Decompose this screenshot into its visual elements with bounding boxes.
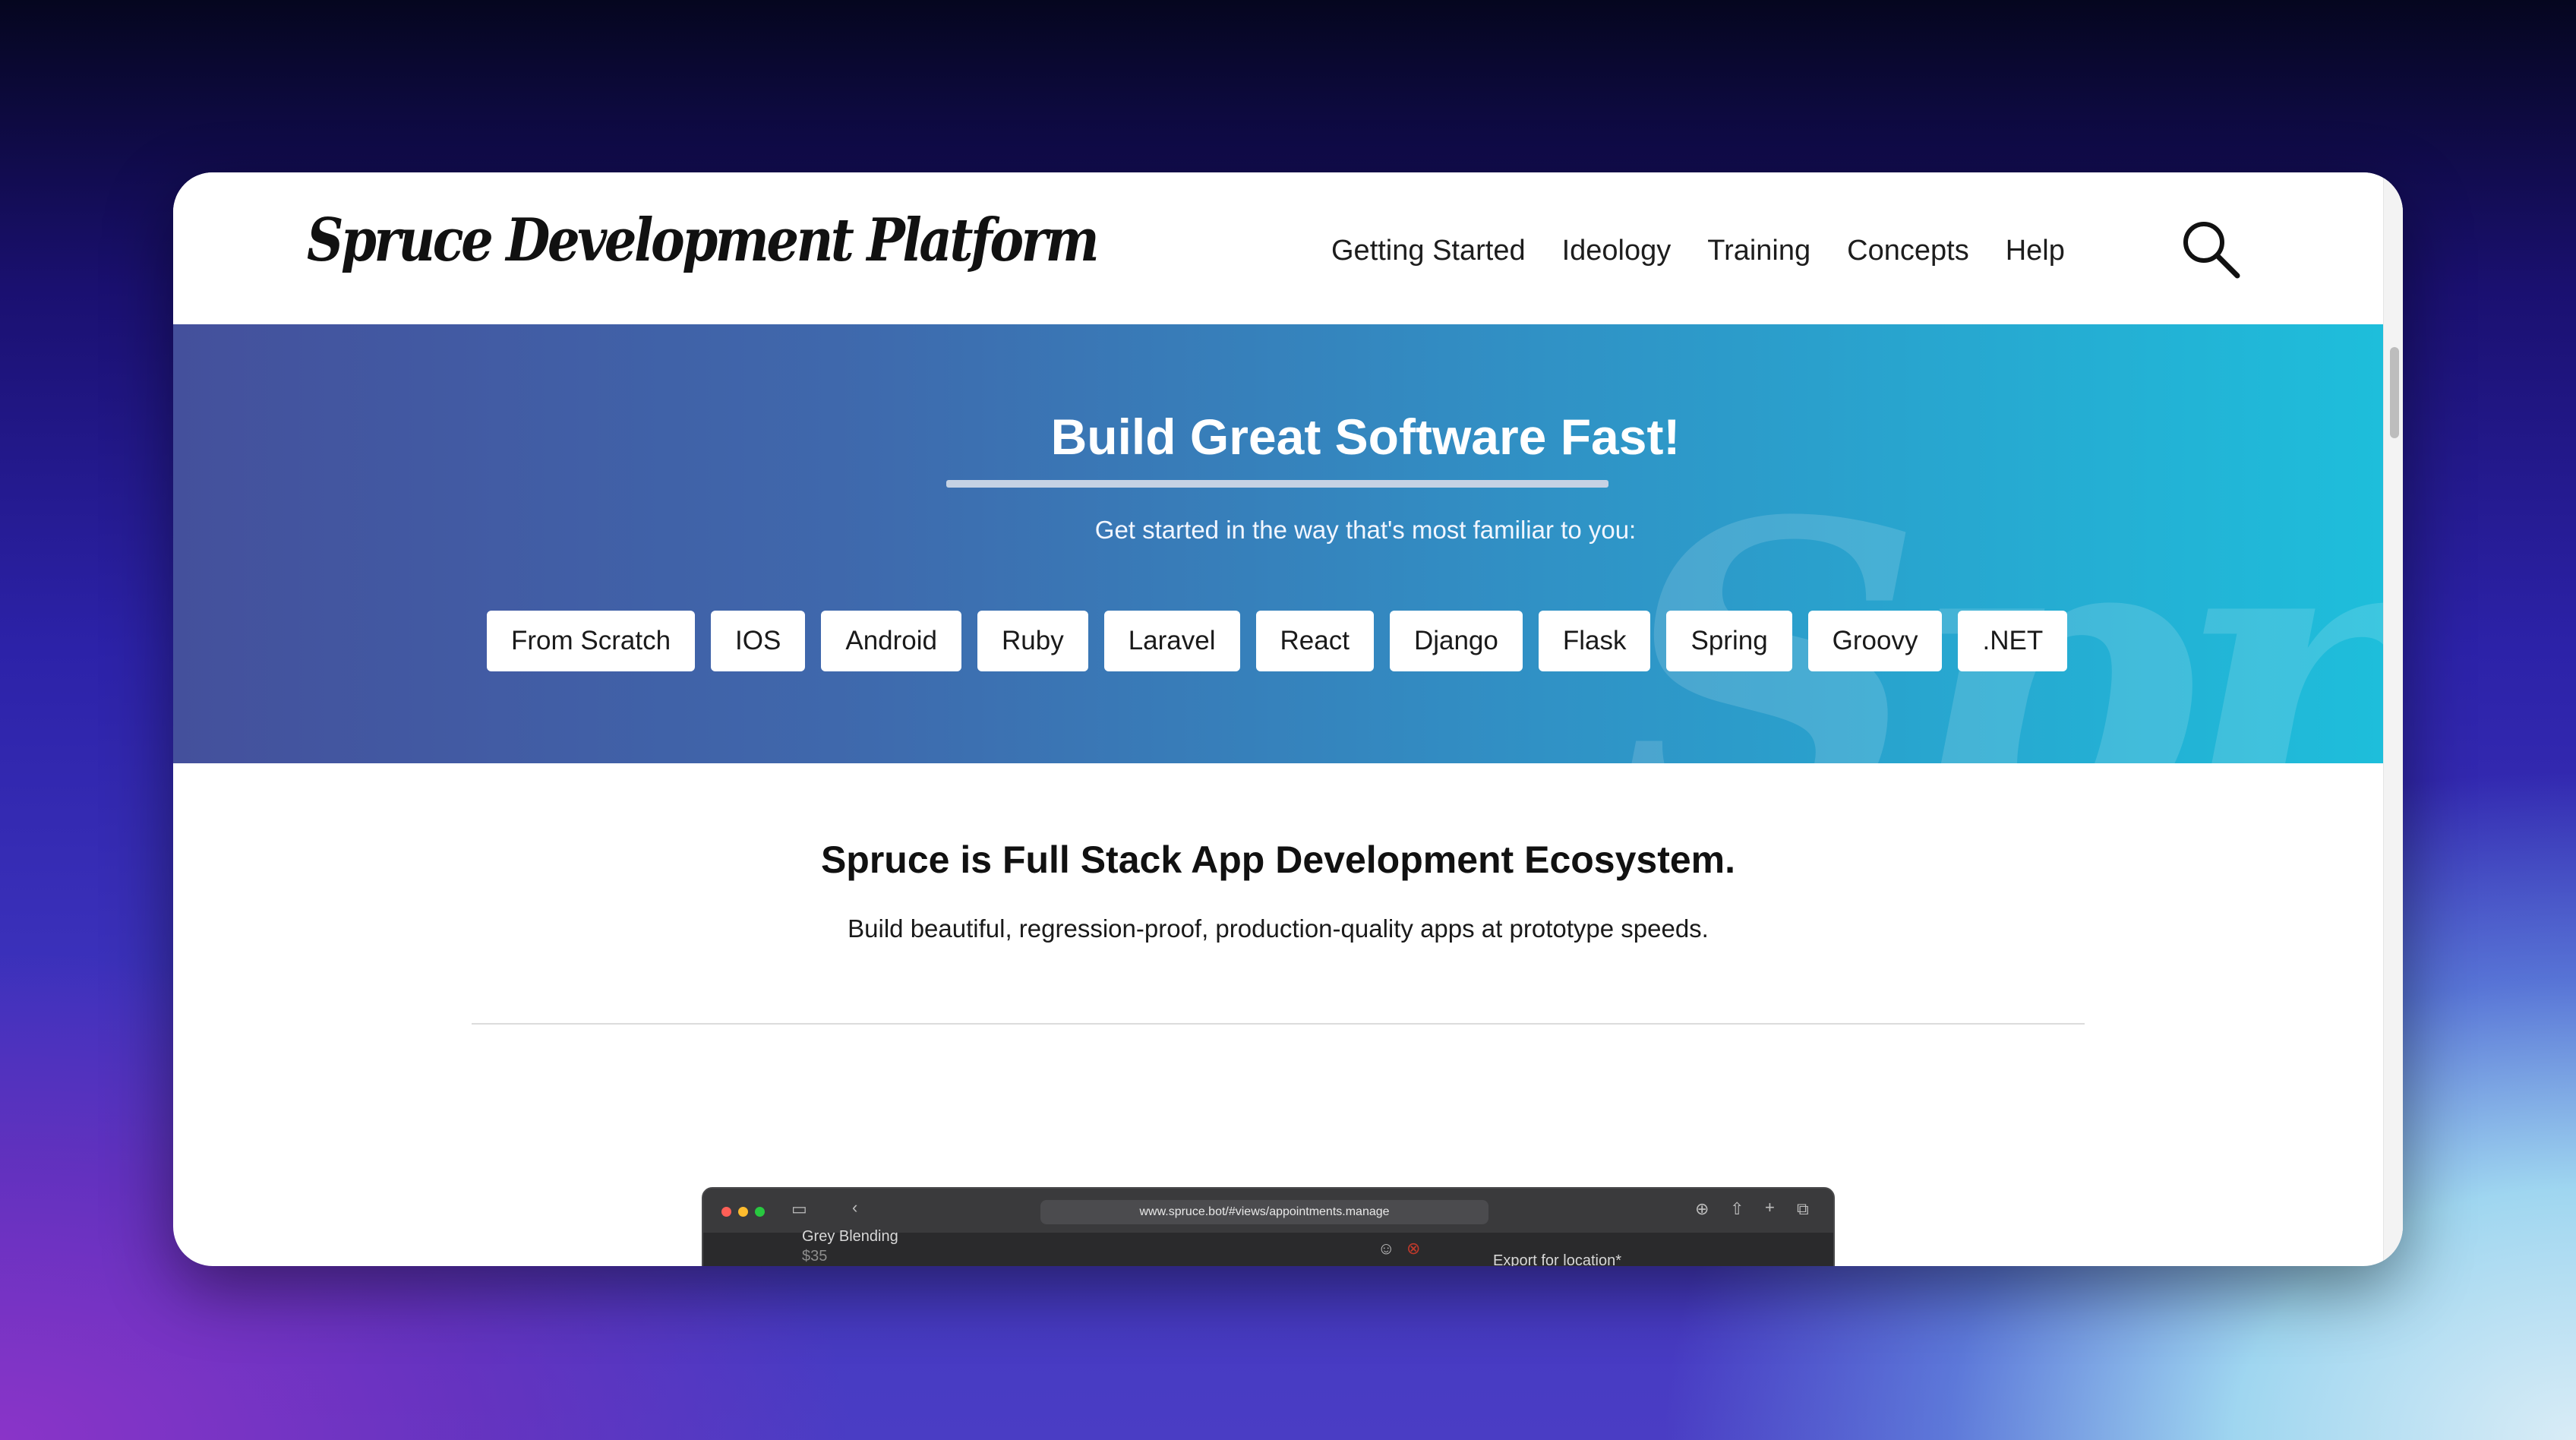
option-flask-button[interactable]: Flask [1538,611,1651,671]
share-icon: ⇧ [1730,1199,1744,1218]
search-icon[interactable] [2180,218,2242,280]
platform-options: From Scratch IOS Android Ruby Laravel Re… [487,611,2083,671]
scrollbar-thumb[interactable] [2390,347,2399,438]
option-dotnet-button[interactable]: .NET [1958,611,2068,671]
section-title: Spruce is Full Stack App Development Eco… [820,838,1736,881]
nav-concepts[interactable]: Concepts [1847,235,1969,267]
zoom-dot-icon [755,1207,765,1217]
section-subtitle: Build beautiful, regression-proof, produ… [848,914,1709,943]
site-logo[interactable]: Spruce Development Platform [307,206,1100,275]
hero-underline [946,480,1608,488]
hero-watermark: Spruce [1616,431,2383,763]
hero-banner: Spruce Build Great Software Fast! Get st… [173,324,2383,763]
preview-url-bar: www.spruce.bot/#views/appointments.manag… [1040,1200,1488,1224]
option-android-button[interactable]: Android [821,611,961,671]
minimize-dot-icon [738,1207,748,1217]
sidebar-icon: ▭ [791,1199,807,1218]
tabs-icon: ⧉ [1797,1199,1809,1218]
new-tab-icon: + [1765,1198,1775,1217]
option-react-button[interactable]: React [1255,611,1374,671]
option-spring-button[interactable]: Spring [1666,611,1792,671]
preview-export-label: Export for location* [1493,1252,1621,1266]
hero-subtitle: Get started in the way that's most famil… [1094,516,1637,544]
preview-item-name: Grey Blending [802,1228,898,1245]
preview-item-price: $35 [802,1248,828,1265]
option-from-scratch-button[interactable]: From Scratch [487,611,696,671]
hero-title: Build Great Software Fast! [1050,409,1681,465]
option-ios-button[interactable]: IOS [711,611,806,671]
nav-getting-started[interactable]: Getting Started [1331,235,1526,267]
option-django-button[interactable]: Django [1389,611,1523,671]
option-groovy-button[interactable]: Groovy [1807,611,1943,671]
nav-training[interactable]: Training [1707,235,1810,267]
nav-ideology[interactable]: Ideology [1562,235,1672,267]
main-nav: Getting Started Ideology Training Concep… [1331,235,2101,267]
app-preview-screenshot: ▭ ‹ www.spruce.bot/#views/appointments.m… [702,1187,1835,1266]
back-arrow-icon: ‹ [852,1198,858,1217]
people-icon: ☺ [1378,1239,1395,1258]
site-header: Spruce Development Platform Getting Star… [173,172,2383,324]
section-divider [472,1023,2085,1025]
option-laravel-button[interactable]: Laravel [1103,611,1240,671]
nav-help[interactable]: Help [2006,235,2065,267]
preview-toolbar: ▭ ‹ www.spruce.bot/#views/appointments.m… [703,1189,1833,1233]
delete-icon: ⊗ [1406,1239,1421,1258]
browser-window: Spruce Development Platform Getting Star… [173,172,2403,1266]
vertical-scrollbar[interactable] [2383,172,2403,1266]
close-dot-icon [721,1207,731,1217]
option-ruby-button[interactable]: Ruby [977,611,1088,671]
download-icon: ⊕ [1695,1199,1709,1218]
